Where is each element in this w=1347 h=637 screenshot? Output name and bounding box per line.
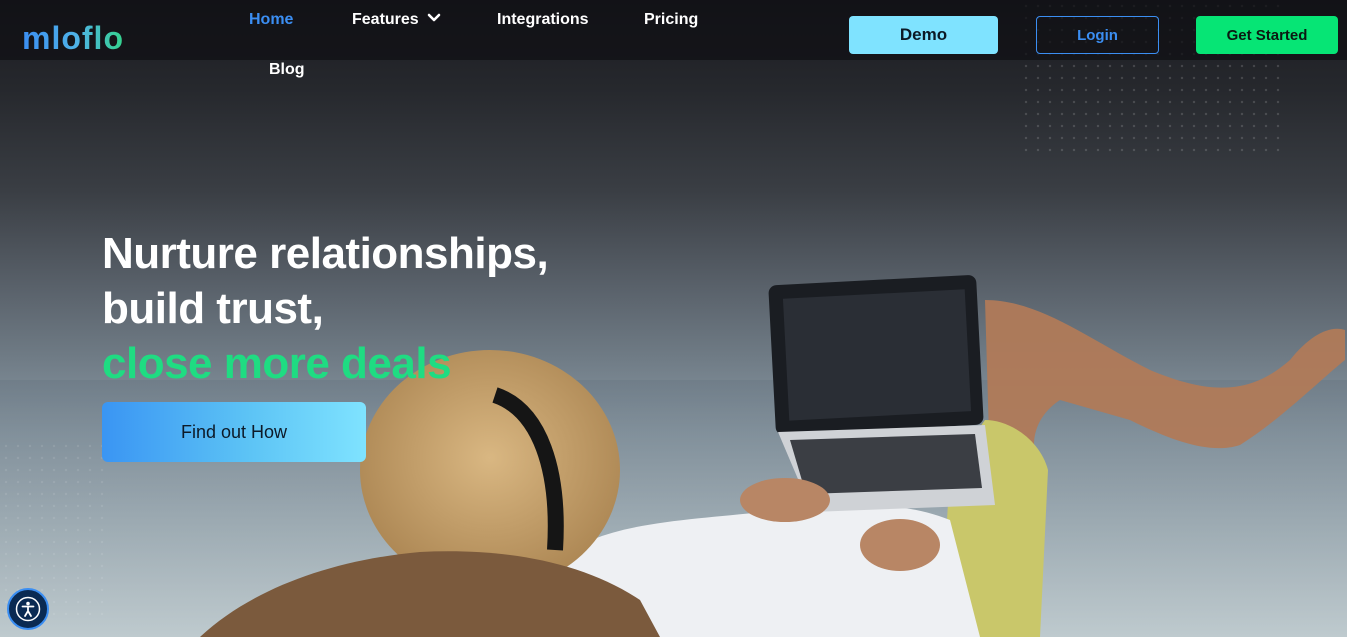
hero-headline: Nurture relationships, build trust, clos… (102, 226, 549, 391)
accessibility-icon (15, 596, 41, 622)
accessibility-button[interactable] (7, 588, 49, 630)
demo-button[interactable]: Demo (849, 16, 998, 54)
nav-features[interactable]: Features (352, 10, 441, 30)
hero-section: mloflo Home Features Integrations Pricin… (0, 0, 1347, 637)
get-started-button[interactable]: Get Started (1196, 16, 1338, 54)
brand-logo-text: mloflo (22, 20, 124, 56)
hero-headline-line-2: build trust, (102, 284, 324, 333)
login-button[interactable]: Login (1036, 16, 1159, 54)
nav-integrations[interactable]: Integrations (497, 10, 589, 30)
hero-headline-line-3: close more deals (102, 339, 452, 388)
nav-features-label: Features (352, 11, 419, 28)
brand-logo[interactable]: mloflo (22, 20, 124, 56)
find-out-how-button[interactable]: Find out How (102, 402, 366, 462)
chevron-down-icon (427, 13, 441, 22)
nav-home[interactable]: Home (249, 10, 293, 30)
nav-blog[interactable]: Blog (269, 60, 305, 80)
hero-headline-line-1: Nurture relationships, (102, 229, 549, 278)
nav-pricing[interactable]: Pricing (644, 10, 698, 30)
